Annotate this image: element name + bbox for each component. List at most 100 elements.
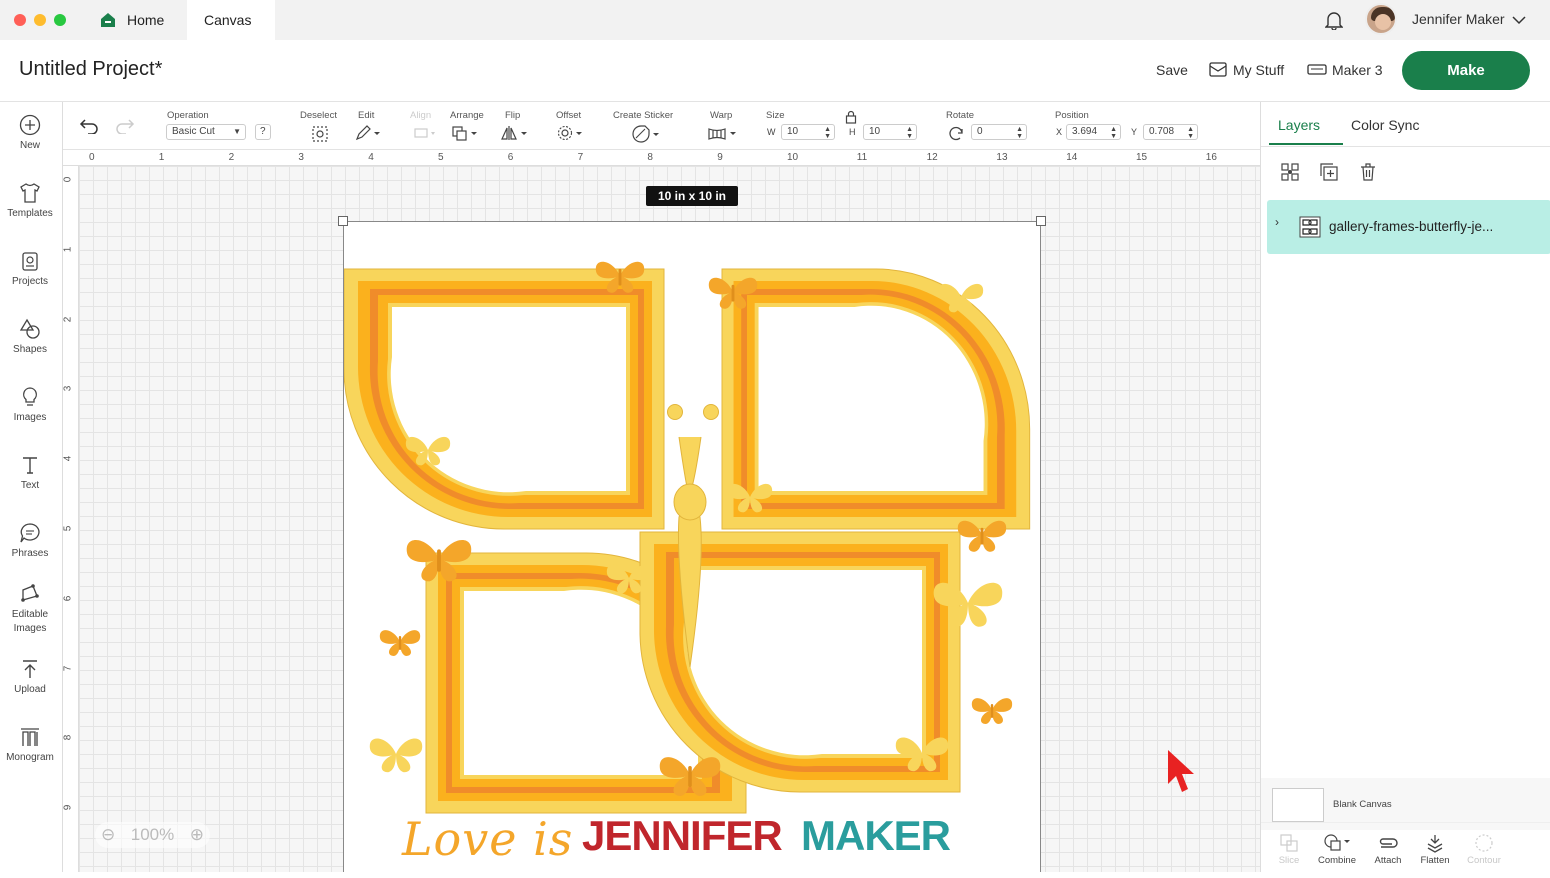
- flip-icon[interactable]: [501, 125, 529, 141]
- attach-button[interactable]: Attach: [1365, 833, 1411, 866]
- window-close-button[interactable]: [14, 14, 26, 26]
- flatten-label: Flatten: [1420, 855, 1450, 866]
- sidebar-item-monogram[interactable]: Monogram: [0, 726, 60, 763]
- size-label: Size: [766, 110, 785, 121]
- ruler-top-tick: 2: [228, 152, 235, 163]
- home-icon: [101, 13, 115, 27]
- sidebar-item-upload[interactable]: Upload: [0, 658, 60, 695]
- ruler-left-tick: 8: [62, 735, 74, 741]
- tab-color-sync[interactable]: Color Sync: [1351, 117, 1419, 133]
- stepper-icon[interactable]: ▲ ▼: [1187, 126, 1194, 140]
- sidebar-item-projects[interactable]: Projects: [0, 250, 60, 287]
- blank-canvas-label: Blank Canvas: [1333, 799, 1392, 810]
- warp-icon[interactable]: [707, 126, 739, 140]
- ruler-top-tick: 7: [577, 152, 584, 163]
- project-title[interactable]: Untitled Project*: [19, 58, 162, 81]
- ruler-left-tick: 0: [62, 176, 74, 183]
- ruler-top-tick: 1: [158, 152, 165, 163]
- user-name[interactable]: Jennifer Maker: [1412, 11, 1505, 27]
- slice-label: Slice: [1278, 855, 1300, 866]
- butterfly-frames-design[interactable]: [343, 222, 1042, 873]
- edit-pencil-icon[interactable]: [355, 125, 381, 141]
- tab-home[interactable]: Home: [86, 0, 186, 40]
- y-position-input[interactable]: 0.708 ▲ ▼: [1143, 124, 1198, 140]
- rotate-input[interactable]: 0 ▲ ▼: [971, 124, 1027, 140]
- watermark-right: MAKER: [801, 812, 951, 859]
- machine-selector[interactable]: Maker 3: [1332, 62, 1383, 78]
- contour-button[interactable]: Contour: [1461, 833, 1507, 866]
- sidebar-item-shapes[interactable]: Shapes: [0, 318, 60, 355]
- y-position-value: 0.708: [1149, 126, 1175, 137]
- mystuff-button[interactable]: My Stuff: [1233, 62, 1284, 78]
- align-icon[interactable]: [413, 126, 437, 140]
- blank-canvas-swatch[interactable]: [1272, 788, 1324, 822]
- sidebar-item-templates[interactable]: Templates: [0, 182, 60, 219]
- flatten-button[interactable]: Flatten: [1412, 833, 1458, 866]
- sidebar-item-new[interactable]: New: [0, 114, 60, 151]
- height-input[interactable]: 10 ▲ ▼: [863, 124, 917, 140]
- window-minimize-button[interactable]: [34, 14, 46, 26]
- bell-icon[interactable]: [1325, 10, 1343, 30]
- zoom-out-button[interactable]: ⊖: [101, 822, 115, 848]
- sidebar-item-label: Phrases: [11, 548, 49, 559]
- trash-icon[interactable]: [1358, 162, 1378, 182]
- mouse-cursor-icon: [1168, 750, 1194, 792]
- ruler-top-tick: 8: [647, 152, 653, 163]
- sidebar-item-editable-images[interactable]: Editable Images: [0, 582, 60, 636]
- width-input[interactable]: 10 ▲ ▼: [781, 124, 835, 140]
- arrange-icon[interactable]: [451, 125, 479, 141]
- caret-down-icon: ▼: [233, 127, 241, 136]
- undo-icon[interactable]: [79, 118, 99, 134]
- x-position-input[interactable]: 3.694 ▲ ▼: [1066, 124, 1121, 140]
- stepper-icon[interactable]: ▲ ▼: [1110, 126, 1117, 140]
- attach-label: Attach: [1374, 855, 1402, 866]
- ruler-top-tick: 16: [1205, 152, 1217, 163]
- y-label: Y: [1131, 127, 1138, 137]
- edit-toolbar: Operation Basic Cut ▼ ? Deselect Edit Al…: [63, 102, 1260, 150]
- width-label: W: [767, 127, 776, 137]
- operation-help-button[interactable]: ?: [255, 124, 271, 140]
- resize-handle-top-right[interactable]: [1036, 216, 1046, 226]
- sidebar-item-label: Editable Images: [11, 609, 49, 634]
- sidebar-item-phrases[interactable]: Phrases: [0, 522, 60, 559]
- machine-icon: [1307, 64, 1327, 75]
- group-icon[interactable]: [1280, 162, 1300, 182]
- tab-layers[interactable]: Layers: [1278, 117, 1320, 133]
- lock-icon[interactable]: [845, 110, 857, 124]
- zoom-control: ⊖ 100% ⊕: [95, 822, 210, 848]
- window-maximize-button[interactable]: [54, 14, 66, 26]
- duplicate-icon[interactable]: [1319, 162, 1339, 182]
- offset-icon[interactable]: [556, 125, 584, 141]
- sidebar-item-text[interactable]: Text: [0, 454, 60, 491]
- arrange-label: Arrange: [450, 110, 484, 121]
- operation-select[interactable]: Basic Cut ▼: [166, 124, 246, 140]
- stepper-icon[interactable]: ▲ ▼: [824, 126, 831, 140]
- ruler-top-tick: 5: [438, 152, 444, 163]
- align-label: Align: [410, 110, 432, 121]
- chevron-down-icon[interactable]: [1512, 13, 1526, 27]
- resize-handle-top-left[interactable]: [338, 216, 348, 226]
- combine-button[interactable]: Combine: [1314, 833, 1360, 866]
- redo-icon[interactable]: [115, 118, 135, 134]
- contour-label: Contour: [1467, 855, 1501, 866]
- paperclip-icon: [1379, 838, 1398, 848]
- stepper-icon[interactable]: ▲ ▼: [1016, 126, 1023, 140]
- ruler-left-tick: 1: [62, 246, 74, 253]
- save-button[interactable]: Save: [1156, 62, 1188, 78]
- deselect-icon[interactable]: [311, 125, 329, 143]
- layer-row[interactable]: › gallery-frames-butterfly-je...: [1267, 200, 1550, 254]
- tab-canvas[interactable]: Canvas: [187, 0, 275, 40]
- text-icon: [23, 457, 37, 474]
- zoom-in-button[interactable]: ⊕: [190, 822, 204, 848]
- chevron-right-icon[interactable]: ›: [1275, 215, 1279, 229]
- stepper-icon[interactable]: ▲ ▼: [906, 126, 913, 140]
- sticker-icon[interactable]: [631, 125, 661, 143]
- make-button[interactable]: Make: [1402, 51, 1530, 90]
- design-bounding-box[interactable]: Love is JENNIFER MAKER: [343, 221, 1041, 872]
- ruler-left: 0 1 2 3 4 5 6 7 8 9: [62, 166, 79, 872]
- avatar[interactable]: [1365, 3, 1397, 35]
- slice-button[interactable]: Slice: [1266, 833, 1312, 866]
- sidebar-item-images[interactable]: Images: [0, 386, 60, 423]
- lightbulb-icon: [23, 387, 37, 406]
- slice-icon: [1280, 834, 1298, 852]
